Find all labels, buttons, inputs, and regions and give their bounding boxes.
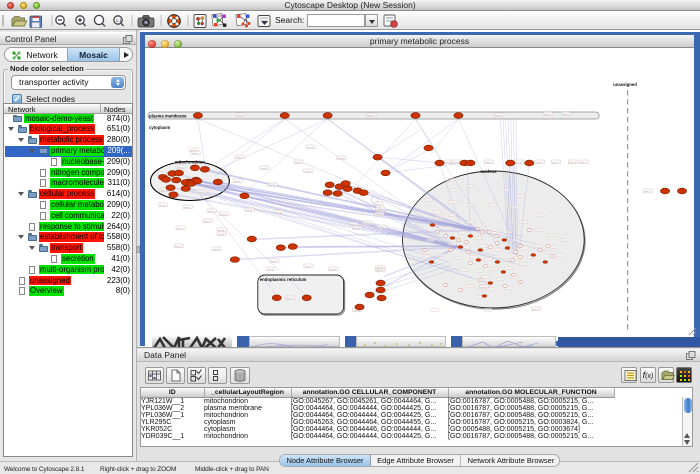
svg-text:(xxx x): (xxx x) — [495, 115, 502, 117]
svg-text:(xxx x): (xxx x) — [330, 269, 337, 271]
svg-text:(xxx x): (xxx x) — [338, 158, 345, 160]
svg-text:(xxx x): (xxx x) — [175, 246, 182, 248]
svg-text:(xxx x): (xxx x) — [159, 205, 166, 207]
svg-text:(xxx x): (xxx x) — [307, 147, 314, 149]
svg-text:(xxx x): (xxx x) — [444, 162, 451, 164]
svg-text:(xxx x): (xxx x) — [213, 249, 220, 251]
svg-text:(xxx x): (xxx x) — [261, 168, 268, 170]
svg-text:(xxx x): (xxx x) — [378, 227, 385, 229]
svg-text:(xxx x): (xxx x) — [354, 310, 361, 312]
svg-text:(xxx x): (xxx x) — [536, 162, 543, 164]
svg-text:(xxx x): (xxx x) — [580, 162, 587, 164]
svg-text:(xxx x): (xxx x) — [515, 162, 522, 164]
svg-text:nucleus: nucleus — [480, 169, 497, 174]
svg-text:(xxx x): (xxx x) — [376, 214, 383, 216]
svg-text:(xxx x): (xxx x) — [246, 210, 253, 212]
svg-text:(xxx x): (xxx x) — [271, 261, 278, 263]
svg-text:(xxx x): (xxx x) — [305, 266, 312, 268]
svg-text:(xxx x): (xxx x) — [305, 171, 312, 173]
svg-text:(xxx x): (xxx x) — [218, 230, 225, 232]
svg-text:(xxx x): (xxx x) — [354, 228, 361, 230]
svg-text:(xxx x): (xxx x) — [234, 181, 241, 183]
svg-text:(xxx x): (xxx x) — [532, 309, 539, 311]
svg-text:(xxx x): (xxx x) — [552, 162, 559, 164]
svg-text:(xxx x): (xxx x) — [452, 162, 459, 164]
svg-text:(xxx x): (xxx x) — [544, 114, 551, 116]
svg-text:plasma membrane: plasma membrane — [149, 113, 187, 118]
svg-text:(xxx x): (xxx x) — [562, 114, 569, 116]
svg-text:(xxx x): (xxx x) — [192, 153, 199, 155]
svg-text:(xxx x): (xxx x) — [350, 224, 357, 226]
svg-text:cytoplasm: cytoplasm — [149, 125, 170, 130]
svg-text:(xxx x): (xxx x) — [364, 223, 371, 225]
svg-text:1:1: 1:1 — [116, 18, 123, 23]
svg-text:(xxx x): (xxx x) — [220, 214, 227, 216]
svg-text:(xxx x): (xxx x) — [269, 185, 276, 187]
svg-text:(xxx x): (xxx x) — [275, 212, 282, 214]
svg-text:(xxx x): (xxx x) — [177, 167, 184, 169]
svg-text:(xxx x): (xxx x) — [480, 287, 487, 289]
svg-text:(xxx x): (xxx x) — [177, 228, 184, 230]
svg-text:(xxx x): (xxx x) — [485, 162, 492, 164]
svg-text:(xxx x): (xxx x) — [161, 190, 168, 192]
svg-text:(xxx x): (xxx x) — [375, 204, 382, 206]
svg-text:(xxx x): (xxx x) — [218, 234, 225, 236]
svg-text:(xxx x): (xxx x) — [644, 191, 651, 193]
svg-text:(xxx x): (xxx x) — [184, 207, 191, 209]
svg-text:(xxx x): (xxx x) — [237, 115, 244, 117]
svg-text:(xxx x): (xxx x) — [368, 115, 375, 117]
svg-text:(xxx x): (xxx x) — [190, 150, 197, 152]
svg-text:mitochondrion: mitochondrion — [175, 159, 205, 164]
svg-text:(xxx x): (xxx x) — [198, 192, 205, 194]
svg-text:(xxx x): (xxx x) — [377, 209, 384, 211]
svg-text:(xxx x): (xxx x) — [295, 162, 302, 164]
svg-text:endoplasmic reticulum: endoplasmic reticulum — [260, 277, 307, 282]
svg-text:(xxx x): (xxx x) — [569, 162, 576, 164]
svg-text:(xxx x): (xxx x) — [236, 157, 243, 159]
svg-text:(xxx x): (xxx x) — [204, 221, 211, 223]
svg-text:unassigned: unassigned — [613, 82, 637, 87]
svg-text:(xxx x): (xxx x) — [267, 269, 274, 271]
svg-text:(xxx x): (xxx x) — [208, 211, 215, 213]
svg-text:(xxx x): (xxx x) — [377, 270, 384, 272]
svg-text:(xxx x): (xxx x) — [287, 298, 294, 300]
